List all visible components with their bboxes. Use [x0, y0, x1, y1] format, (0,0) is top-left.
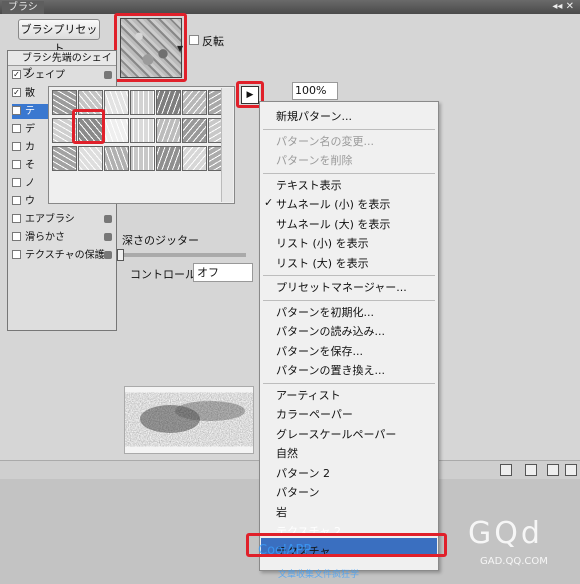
pattern-thumbnail[interactable]: [156, 146, 181, 171]
brush-list-label: デ: [25, 124, 35, 135]
panel-titlebar: ブラシ ◂◂ ✕: [0, 0, 580, 14]
menu-item[interactable]: テキスト表示: [276, 177, 342, 193]
pattern-thumbnail[interactable]: [182, 90, 207, 115]
pattern-thumbnail[interactable]: [104, 90, 129, 115]
brush-list-checkbox[interactable]: ✓: [12, 106, 21, 115]
menu-separator: [263, 172, 435, 174]
menu-item[interactable]: リスト (小) を表示: [276, 235, 369, 251]
menu-item[interactable]: 自然: [276, 445, 298, 461]
pattern-thumbnail[interactable]: [156, 90, 181, 115]
brush-list-label: そ: [25, 160, 35, 171]
brush-list-checkbox[interactable]: [12, 250, 21, 259]
menu-item[interactable]: パターン: [276, 484, 319, 500]
menu-item[interactable]: プリセットマネージャー...: [276, 279, 407, 295]
brush-preset-button[interactable]: ブラシプリセット: [18, 19, 100, 55]
pattern-thumbnail[interactable]: [182, 118, 207, 143]
checkmark-icon: ✓: [264, 196, 274, 209]
lock-icon[interactable]: [104, 233, 112, 241]
brush-list-checkbox[interactable]: [12, 142, 21, 151]
pattern-scrollbar[interactable]: [221, 88, 233, 202]
brush-list-label: テクスチャの保護: [25, 250, 105, 261]
menu-item[interactable]: パターンを初期化...: [276, 304, 374, 320]
brush-list-checkbox[interactable]: ✓: [12, 88, 21, 97]
menu-item[interactable]: 新規パターン...: [276, 108, 352, 124]
brush-list-checkbox[interactable]: [12, 232, 21, 241]
menu-item[interactable]: パターンを削除: [276, 152, 352, 168]
pattern-thumbnail[interactable]: [182, 146, 207, 171]
menu-separator: [263, 275, 435, 276]
menu-item[interactable]: パターン 2: [276, 465, 330, 481]
watermark-logo: GQd: [468, 516, 543, 551]
brush-list-label: カ: [25, 142, 35, 153]
annotation-box-thumb: [72, 109, 105, 144]
brush-list-checkbox[interactable]: [12, 178, 21, 187]
brush-list-checkbox[interactable]: [12, 214, 21, 223]
menu-item[interactable]: カラーペーパー: [276, 406, 353, 422]
watermark-app-sub: 文章收集文件疯狂学: [278, 570, 360, 580]
pattern-thumbnail[interactable]: [130, 90, 155, 115]
pattern-context-menu: 新規パターン... パターン名の変更... パターンを削除 テキスト表示 ✓ サムネール …: [259, 101, 439, 571]
brush-list-item[interactable]: エアブラシ: [12, 212, 116, 227]
brush-list-label: テ: [25, 106, 35, 117]
brush-tip-shape-header[interactable]: ブラシ先端のシェイプ: [8, 51, 116, 79]
brush-list-label: シェイプ: [25, 70, 65, 81]
lock-icon[interactable]: [104, 71, 112, 79]
tab-brush[interactable]: ブラシ: [2, 1, 44, 14]
menu-separator: [263, 128, 435, 130]
brush-list-item[interactable]: 滑らかさ: [12, 230, 116, 245]
slider-knob[interactable]: [117, 249, 124, 261]
watermark-app: CoolAPP: [258, 543, 312, 558]
watermark-url: GAD.QQ.COM: [480, 556, 548, 567]
menu-item[interactable]: 岩: [276, 504, 287, 520]
brush-list-label: ウ: [25, 196, 35, 207]
stroke-preview: [124, 386, 254, 454]
lock-icon[interactable]: [104, 251, 112, 259]
menu-item[interactable]: パターンの置き換え...: [276, 362, 385, 378]
pattern-thumbnail[interactable]: [52, 146, 77, 171]
menu-item[interactable]: サムネール (大) を表示: [276, 216, 390, 232]
brush-list-checkbox[interactable]: [12, 196, 21, 205]
new-icon[interactable]: [547, 464, 559, 476]
brush-list-checkbox[interactable]: [12, 124, 21, 133]
depth-jitter-slider[interactable]: [117, 249, 246, 261]
brush-list-item[interactable]: ✓ シェイプ: [12, 68, 116, 83]
pattern-thumbnail[interactable]: [78, 146, 103, 171]
menu-item[interactable]: パターン名の変更...: [276, 133, 374, 149]
menu-item[interactable]: パターンを保存...: [276, 343, 363, 359]
pattern-thumbnail[interactable]: [130, 146, 155, 171]
brush-panel: ブラシ ◂◂ ✕ ブラシプリセット ▼ 反転 ブラシ先端のシェイプ ✓ シェイプ ✓…: [0, 0, 580, 584]
pattern-thumbnail[interactable]: [104, 118, 129, 143]
scale-input[interactable]: 100%: [292, 82, 338, 100]
brush-list-label: 散: [25, 88, 35, 99]
control-select[interactable]: オフ: [193, 263, 253, 282]
chevron-down-icon[interactable]: ▼: [177, 44, 185, 54]
trash-icon[interactable]: [565, 464, 577, 476]
brush-list-checkbox[interactable]: [12, 160, 21, 169]
brush-list-label: エアブラシ: [25, 214, 75, 225]
menu-separator: [263, 382, 435, 384]
pattern-thumbnail[interactable]: [130, 118, 155, 143]
pattern-picker: [48, 86, 235, 204]
menu-item[interactable]: リスト (大) を表示: [276, 255, 369, 271]
grid-icon[interactable]: [525, 464, 537, 476]
brush-icon[interactable]: [500, 464, 512, 476]
brush-list-checkbox[interactable]: ✓: [12, 70, 21, 79]
pattern-thumbnail[interactable]: [156, 118, 181, 143]
panel-controls[interactable]: ◂◂ ✕: [552, 1, 574, 12]
stroke-preview-art: [137, 397, 253, 442]
brush-list-label: 滑らかさ: [25, 232, 65, 243]
invert-label: 反転: [202, 35, 224, 48]
lock-icon[interactable]: [104, 215, 112, 223]
menu-item[interactable]: パターンの読み込み...: [276, 323, 385, 339]
brush-list-item[interactable]: テクスチャの保護: [12, 248, 116, 263]
invert-checkbox[interactable]: [189, 35, 199, 45]
menu-item[interactable]: サムネール (小) を表示: [276, 196, 390, 212]
menu-item[interactable]: アーティスト: [276, 387, 341, 403]
brush-list-label: ノ: [25, 178, 35, 189]
menu-separator: [263, 299, 435, 301]
pattern-thumbnail[interactable]: [104, 146, 129, 171]
menu-item[interactable]: グレースケールペーパー: [276, 426, 396, 442]
depth-jitter-label: 深さのジッター: [122, 234, 199, 247]
